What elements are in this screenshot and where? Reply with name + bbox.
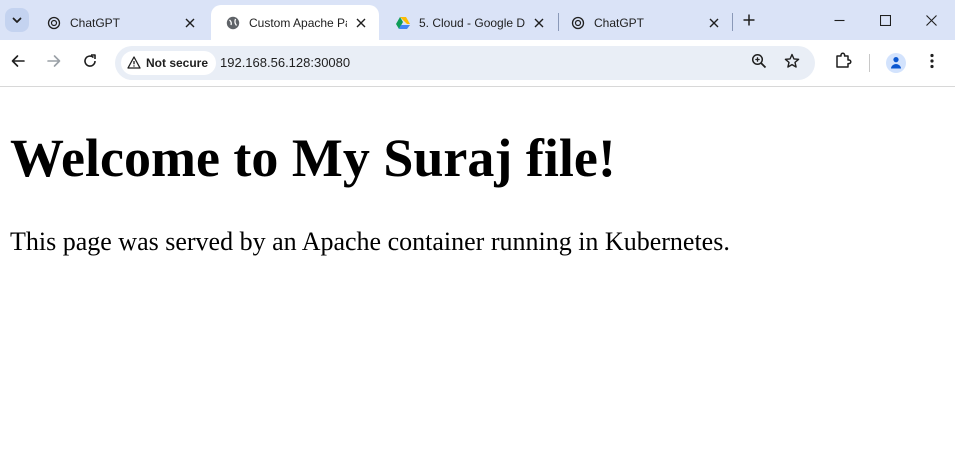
tab-search-button[interactable] <box>5 8 29 32</box>
puzzle-icon <box>834 52 852 74</box>
address-bar[interactable]: Not secure 192.168.56.128:30080 <box>115 46 815 80</box>
url-text[interactable]: 192.168.56.128:30080 <box>220 55 350 70</box>
close-window-button[interactable] <box>908 0 954 40</box>
google-drive-icon <box>395 15 411 31</box>
tab-title: ChatGPT <box>594 16 645 30</box>
minimize-button[interactable] <box>816 0 862 40</box>
toolbar-divider <box>869 54 870 72</box>
warning-icon <box>127 54 141 73</box>
extensions-button[interactable] <box>829 49 857 77</box>
plus-icon <box>743 11 755 30</box>
zoom-button[interactable] <box>749 53 769 73</box>
close-icon[interactable] <box>706 15 722 31</box>
new-tab-button[interactable] <box>738 9 760 31</box>
person-icon <box>889 54 903 73</box>
profile-button[interactable] <box>882 49 910 77</box>
tab-custom-apache-page[interactable]: Custom Apache Pag <box>211 5 379 40</box>
menu-button[interactable] <box>918 49 946 77</box>
bookmark-button[interactable] <box>782 53 802 73</box>
forward-button[interactable] <box>40 49 68 77</box>
maximize-button[interactable] <box>862 0 908 40</box>
close-icon[interactable] <box>531 15 547 31</box>
page-viewport: Welcome to My Suraj file! This page was … <box>0 87 955 465</box>
page-body-text: This page was served by an Apache contai… <box>10 227 730 256</box>
tab-title: ChatGPT <box>70 16 121 30</box>
zoom-in-icon <box>751 53 767 73</box>
chevron-down-icon <box>11 11 23 30</box>
arrow-right-icon <box>46 53 62 73</box>
tab-title: 5. Cloud - Google D <box>419 16 525 30</box>
tab-title: Custom Apache Pag <box>249 15 347 30</box>
close-icon <box>925 11 937 30</box>
tab-chatgpt-2[interactable]: ChatGPT <box>556 6 732 40</box>
tab-strip: ChatGPT Custom Apache Pag 5. Cloud - Goo… <box>0 0 955 40</box>
avatar <box>886 53 906 73</box>
arrow-left-icon <box>10 53 26 73</box>
close-icon[interactable] <box>353 15 369 31</box>
openai-icon <box>570 15 586 31</box>
page-heading: Welcome to My Suraj file! <box>10 128 616 188</box>
openai-icon <box>46 15 62 31</box>
tab-chatgpt-1[interactable]: ChatGPT <box>32 6 208 40</box>
security-chip[interactable]: Not secure <box>121 51 217 75</box>
star-icon <box>784 53 800 73</box>
globe-icon <box>225 15 241 31</box>
browser-toolbar: Not secure 192.168.56.128:30080 <box>0 40 955 87</box>
tab-separator <box>732 13 733 31</box>
close-icon[interactable] <box>182 15 198 31</box>
reload-button[interactable] <box>76 49 104 77</box>
reload-icon <box>82 53 98 73</box>
maximize-icon <box>879 11 891 30</box>
security-label: Not secure <box>146 56 209 70</box>
tab-google-drive[interactable]: 5. Cloud - Google D <box>381 6 557 40</box>
back-button[interactable] <box>4 49 32 77</box>
more-vertical-icon <box>930 53 934 73</box>
minimize-icon <box>834 11 845 30</box>
